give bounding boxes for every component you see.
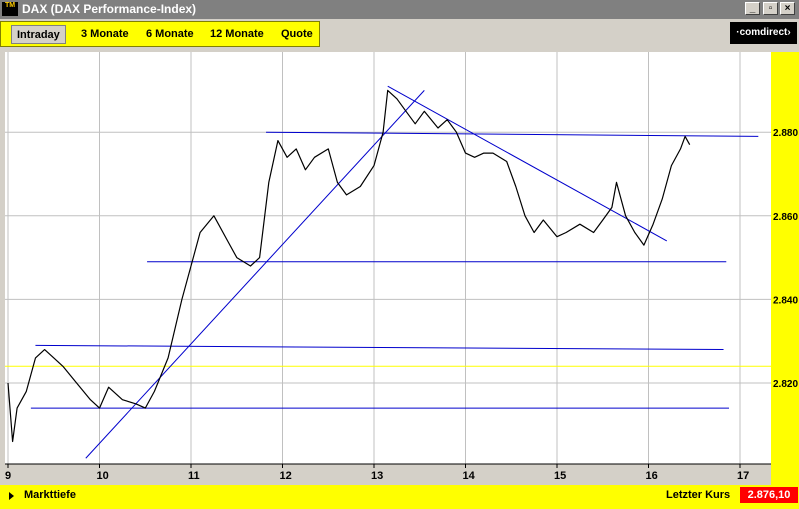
y-tick-label: 2.840 (773, 295, 798, 306)
x-tick-label: 15 (554, 470, 566, 482)
x-tick-label: 11 (188, 470, 200, 482)
tab-strip: Intraday 3 Monate 6 Monate 12 Monate Quo… (0, 21, 320, 47)
plot-area (5, 52, 771, 464)
y-axis-panel (771, 52, 799, 485)
close-button[interactable]: × (780, 2, 795, 15)
tab-12-monate[interactable]: 12 Monate (207, 25, 267, 44)
x-tick-label: 16 (646, 470, 658, 482)
expand-arrow-icon[interactable] (9, 492, 14, 500)
title-bar: TM DAX (DAX Performance-Index) _ ▫ × (0, 0, 799, 19)
x-tick-label: 10 (97, 470, 109, 482)
market-depth-button[interactable]: Markttiefe (24, 487, 76, 503)
tab-quote[interactable]: Quote (278, 25, 316, 44)
tab-6-monate[interactable]: 6 Monate (143, 25, 197, 44)
x-tick-label: 9 (5, 470, 11, 482)
status-bar: Markttiefe Letzter Kurs 2.876,10 (0, 485, 799, 509)
restore-button[interactable]: ▫ (763, 2, 778, 15)
minimize-button[interactable]: _ (745, 2, 760, 15)
y-tick-label: 2.880 (773, 128, 798, 139)
tab-3-monate[interactable]: 3 Monate (78, 25, 132, 44)
app-icon: TM (2, 2, 18, 16)
y-tick-label: 2.860 (773, 212, 798, 223)
comdirect-logo: ·comdirect› (730, 22, 797, 44)
tab-intraday[interactable]: Intraday (11, 25, 66, 44)
last-price-value: 2.876,10 (740, 487, 798, 503)
x-tick-label: 12 (280, 470, 292, 482)
last-price-label: Letzter Kurs (666, 489, 731, 501)
y-tick-label: 2.820 (773, 379, 798, 390)
price-chart: 9 10 11 12 13 14 15 16 17 2.820 2.840 2.860 2.880 (0, 47, 799, 485)
x-tick-label: 17 (737, 470, 749, 482)
window-title: DAX (DAX Performance-Index) (22, 2, 197, 16)
x-tick-label: 13 (371, 470, 383, 482)
x-tick-label: 14 (463, 470, 476, 482)
tab-bar: Intraday 3 Monate 6 Monate 12 Monate Quo… (0, 19, 799, 47)
